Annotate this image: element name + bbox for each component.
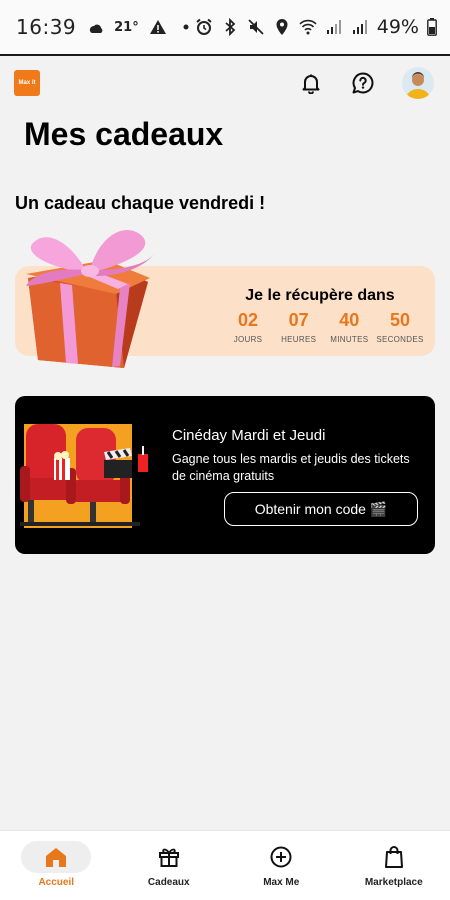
wifi-icon [299,19,317,35]
status-time: 16:39 [16,15,77,39]
nav-item-max-me[interactable]: Max Me [225,831,338,900]
home-icon [46,848,67,867]
status-bar: 16:39 21° 49% [0,0,450,56]
nav-label: Max Me [263,877,300,888]
countdown-timer: 02 JOURS 07 HEURES 40 MINUTES 50 SECONDE… [223,310,425,344]
get-code-button[interactable]: Obtenir mon code 🎬 [224,492,418,526]
signal-icon [352,20,367,34]
help-button[interactable] [350,70,376,96]
notifications-button[interactable] [298,70,324,96]
nav-active-indicator [21,841,92,873]
nav-label: Marketplace [364,877,423,888]
location-icon [276,19,288,35]
help-icon [352,72,374,94]
bell-icon [302,74,320,94]
weather-icon [90,24,103,33]
nav-label: Accueil [38,877,75,888]
nav-item-marketplace[interactable]: Marketplace [338,831,450,900]
app-logo[interactable]: Max it [14,70,40,96]
gift-icon [158,848,179,867]
battery-percent: 49% [376,16,419,38]
battery-icon [427,18,437,36]
countdown-value: 02 [237,310,259,330]
page-title: Mes cadeaux [24,116,224,152]
signal-icon [326,20,341,34]
countdown-unit-label: SECONDES [376,335,424,344]
gift-box-image [26,230,156,368]
alarm-icon [196,18,212,35]
nav-item-accueil[interactable]: Accueil [0,831,113,900]
countdown-value: 07 [288,310,309,330]
bluetooth-icon [225,18,236,36]
countdown-unit-label: JOURS [233,335,263,344]
promo-description: Gagne tous les mardis et jeudis des tick… [172,452,410,483]
nav-label: Cadeaux [147,877,190,888]
countdown-days: 02 JOURS [223,310,273,344]
avatar[interactable] [402,67,434,99]
logo-text: Max it [18,79,36,86]
countdown-value: 50 [389,310,410,330]
bottom-navigation: Accueil Cadeaux Max Me Marketplace [0,830,450,900]
user-avatar-icon [406,72,430,99]
app-header: Max it [14,66,434,100]
status-temperature: 21° [114,19,139,35]
countdown-hours: 07 HEURES [274,310,324,344]
countdown-minutes: 40 MINUTES [324,310,374,344]
countdown-unit-label: MINUTES [330,335,369,344]
shopping-bag-icon [384,846,403,868]
nav-item-cadeaux[interactable]: Cadeaux [113,831,226,900]
warning-icon [149,20,166,34]
countdown-value: 40 [339,310,360,330]
plus-circle-icon [270,846,292,868]
countdown-seconds: 50 SECONDES [375,310,425,344]
dot-icon [183,24,189,30]
mute-icon [248,19,264,35]
countdown-label: Je le récupère dans [245,287,395,304]
promo-title: Cinéday Mardi et Jeudi [172,427,326,444]
countdown-unit-label: HEURES [281,335,317,344]
section-title: Un cadeau chaque vendredi ! [15,193,266,213]
cinema-seats-image [20,424,148,528]
